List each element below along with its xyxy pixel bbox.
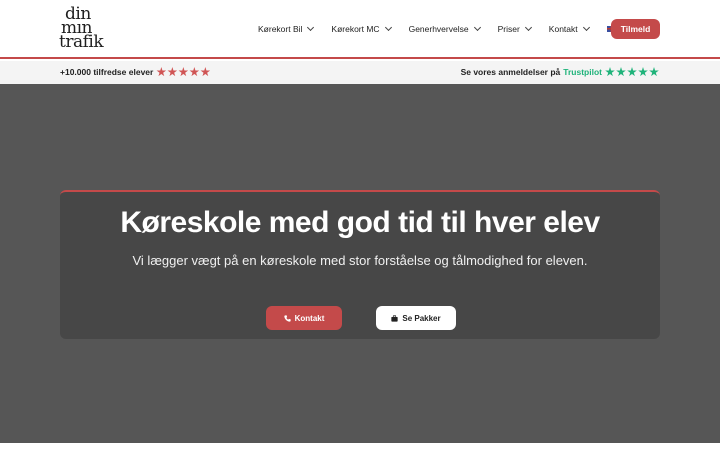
star-icon: [189, 67, 200, 77]
star-icon: [167, 67, 178, 77]
rating-stars: [156, 67, 211, 77]
chevron-down-icon: [473, 23, 481, 32]
nav-item-kontakt[interactable]: Kontakt: [548, 23, 590, 34]
nav-item-priser[interactable]: Priser: [497, 23, 532, 34]
contact-button-label: Kontakt: [294, 313, 325, 323]
star-icon: [200, 67, 211, 77]
logo[interactable]: din mın trafik: [59, 6, 107, 53]
chevron-down-icon: [582, 23, 590, 32]
nav-item-label: Priser: [497, 24, 520, 34]
hero-section: Køreskole med god tid til hver elev Vi l…: [0, 84, 720, 443]
review-bar: +10.000 tilfredse elever Se vores anmeld…: [0, 61, 720, 84]
nav-item-generhvervelse[interactable]: Generhvervelse: [408, 23, 481, 34]
packages-button-label: Se Pakker: [402, 313, 441, 323]
nav-item-label: Generhvervelse: [408, 24, 469, 34]
reviews-text: Se vores anmeldelser på: [460, 67, 561, 77]
packages-button[interactable]: Se Pakker: [376, 306, 456, 330]
chevron-down-icon: [307, 23, 315, 32]
main-nav: Kørekort Bil Kørekort MC Generhvervelse …: [258, 21, 634, 37]
contact-button[interactable]: Kontakt: [266, 306, 342, 330]
briefcase-icon: [391, 314, 399, 322]
page-bottom: [0, 443, 720, 450]
trustpilot-stars: [605, 67, 660, 77]
hero-card: Køreskole med god tid til hver elev Vi l…: [60, 190, 660, 339]
students-count: +10.000 tilfredse elever: [60, 67, 211, 77]
nav-item-korekort-bil[interactable]: Kørekort Bil: [258, 23, 315, 34]
star-icon: [649, 67, 659, 77]
chevron-down-icon: [524, 23, 532, 32]
signup-button[interactable]: Tilmeld: [611, 19, 660, 39]
site-header: din mın trafik Kørekort Bil Kørekort MC …: [0, 0, 720, 59]
nav-item-label: Kørekort Bil: [258, 24, 303, 34]
hero-subtitle: Vi lægger vægt på en køreskole med stor …: [132, 253, 588, 268]
star-icon: [638, 67, 648, 77]
page: din mın trafik Kørekort Bil Kørekort MC …: [0, 0, 720, 450]
chevron-down-icon: [384, 23, 392, 32]
star-icon: [178, 67, 189, 77]
phone-icon: [283, 314, 291, 322]
nav-item-label: Kontakt: [548, 24, 578, 34]
star-icon: [605, 67, 615, 77]
students-count-text: +10.000 tilfredse elever: [60, 67, 154, 77]
star-icon: [627, 67, 637, 77]
trustpilot-reviews[interactable]: Se vores anmeldelser på Trustpilot: [461, 67, 660, 77]
nav-item-korekort-mc[interactable]: Kørekort MC: [331, 23, 392, 34]
nav-item-label: Kørekort MC: [331, 24, 380, 34]
logo-line-3: trafik: [59, 32, 104, 52]
star-icon: [616, 67, 626, 77]
hero-title: Køreskole med god tid til hver elev: [120, 206, 600, 239]
star-icon: [156, 67, 167, 77]
trustpilot-link[interactable]: Trustpilot: [563, 67, 602, 77]
